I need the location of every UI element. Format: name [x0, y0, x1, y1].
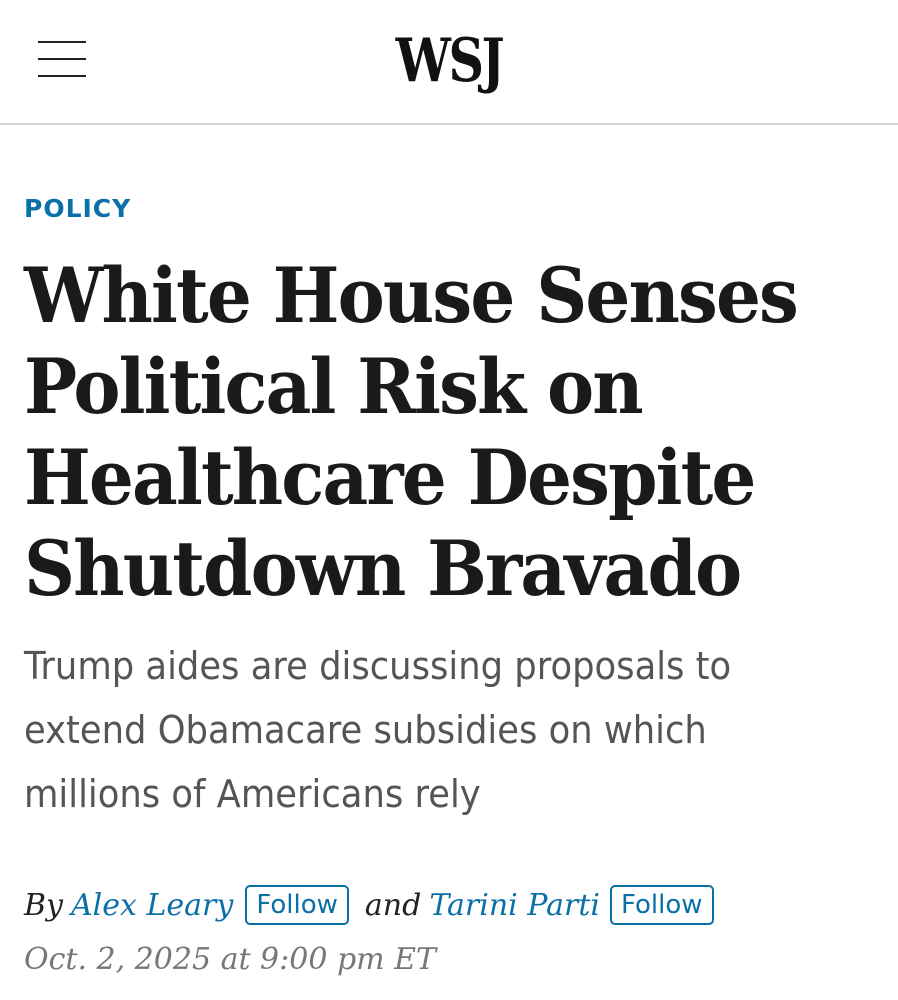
byline-conjunction: and	[364, 887, 422, 923]
follow-button-author1[interactable]: Follow	[245, 885, 349, 925]
author-link-tarini-parti[interactable]: Tarini Parti	[429, 888, 600, 923]
byline: By Alex Leary Follow and Tarini Parti Fo…	[24, 882, 714, 928]
publish-date: Oct. 2, 2025 at 9:00 pm ET	[24, 942, 437, 977]
top-navigation-bar: WSJ	[0, 0, 898, 125]
menu-bar-line	[38, 58, 86, 60]
wsj-logo[interactable]: WSJ	[81, 26, 817, 96]
menu-bar-line	[38, 41, 86, 43]
author-link-alex-leary[interactable]: Alex Leary	[71, 888, 233, 923]
follow-button-author2[interactable]: Follow	[609, 885, 714, 925]
menu-bar-line	[38, 75, 86, 77]
byline-prefix: By	[24, 887, 63, 923]
section-label[interactable]: POLICY	[24, 193, 131, 225]
article-subheadline: Trump aides are discussing proposals to …	[24, 644, 732, 816]
hamburger-menu-icon[interactable]	[38, 40, 86, 78]
article-headline: White House Senses Political Risk on Hea…	[24, 251, 799, 613]
